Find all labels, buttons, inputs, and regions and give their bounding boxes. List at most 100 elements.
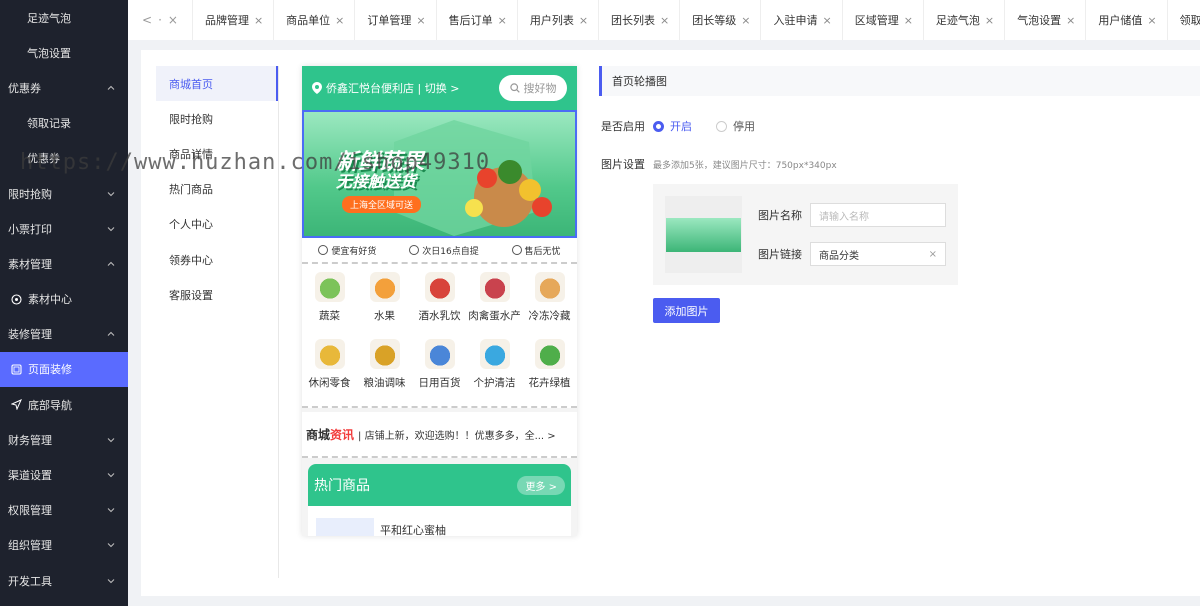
tab-close-icon[interactable]: × [1147, 14, 1156, 27]
tab-item[interactable]: 用户列表 × [516, 0, 598, 40]
news-brand-b: 资讯 [330, 427, 355, 442]
tab-close-all-icon[interactable]: × [168, 13, 178, 27]
chevron-down-icon [106, 435, 116, 445]
sidebar-item[interactable]: 组织管理 [0, 528, 128, 563]
page-nav-item[interactable]: 商品详情 [156, 136, 278, 171]
tab-close-icon[interactable]: × [1066, 14, 1075, 27]
sidebar-item[interactable]: 优惠券 [0, 70, 128, 105]
category-item[interactable]: 肉禽蛋水产 [467, 272, 522, 336]
tab-close-icon[interactable]: × [498, 14, 507, 27]
category-item[interactable]: 冷冻冷藏 [522, 272, 577, 336]
category-item[interactable]: 个护清洁 [467, 339, 522, 403]
sidebar-item-label: 小票打印 [8, 222, 52, 236]
sidebar-item[interactable]: 开发工具 [0, 563, 128, 598]
tab-item[interactable]: 领取记录 [1166, 0, 1200, 40]
enable-row: 是否启用 开启 停用 [596, 118, 1200, 134]
category-item[interactable]: 粮油调味 [357, 339, 412, 403]
tab-scroll-left-icon[interactable]: < [142, 13, 152, 27]
radio-disable[interactable]: 停用 [716, 118, 755, 134]
tab-item[interactable]: 团长列表 × [598, 0, 679, 40]
category-image [424, 272, 455, 302]
tab-label: 用户列表 [529, 14, 574, 27]
tab-close-icon[interactable]: × [335, 14, 344, 27]
radio-enable[interactable]: 开启 [653, 118, 692, 134]
tab-item[interactable]: 售后订单 × [435, 0, 517, 40]
sidebar-item[interactable]: 足迹气泡 [0, 0, 128, 35]
category-item[interactable]: 日用百货 [412, 339, 467, 403]
news-bar[interactable]: 商城资讯 | 店铺上新，欢迎选购！！优惠多多，全... > [302, 412, 577, 458]
search-icon [509, 83, 520, 93]
tab-close-icon[interactable]: × [904, 14, 913, 27]
tab-item[interactable]: 气泡设置 × [1004, 0, 1085, 40]
image-name-input[interactable]: 请输入名称 [810, 203, 946, 227]
page-nav-item[interactable]: 领券中心 [156, 242, 278, 277]
page-nav-item[interactable]: 限时抢购 [156, 101, 278, 136]
tab-close-icon[interactable]: × [254, 14, 263, 27]
sidebar-item[interactable]: 小票打印 [0, 211, 128, 246]
tab-close-icon[interactable]: × [416, 14, 425, 27]
tab-item[interactable]: 入驻申请 × [760, 0, 841, 40]
sidebar-item[interactable]: 优惠券 [0, 141, 128, 176]
tab-item[interactable]: 足迹气泡 × [922, 0, 1004, 40]
image-link-select[interactable]: 商品分类 × [810, 242, 946, 266]
hot-more-button[interactable]: 更多 > [517, 475, 565, 495]
tab-item[interactable]: 商品单位 × [273, 0, 354, 40]
news-text: | 店铺上新，欢迎选购！！优惠多多，全... > [358, 430, 556, 442]
sidebar-item[interactable]: 气泡设置 [0, 35, 128, 70]
page-nav-item[interactable]: 热门商品 [156, 172, 278, 207]
tab-close-icon[interactable]: × [579, 14, 588, 27]
sidebar-item[interactable]: 素材中心 [0, 282, 128, 317]
tab-label: 售后订单 [448, 14, 493, 27]
hot-product-item[interactable]: 平和红心蜜柚 [308, 506, 571, 536]
tab-close-icon[interactable]: × [660, 14, 669, 27]
tab-close-icon[interactable]: × [741, 14, 750, 27]
tab-item[interactable]: 订单管理 × [354, 0, 435, 40]
sidebar-item[interactable]: 渠道设置 [0, 457, 128, 492]
category-item[interactable]: 蔬菜 [302, 272, 357, 336]
feature-item: 次日16点自提 [409, 244, 479, 257]
feature-label: 次日16点自提 [422, 246, 479, 257]
page-nav-item[interactable]: 个人中心 [156, 207, 278, 242]
clear-icon[interactable]: × [929, 249, 937, 260]
image-thumbnail[interactable] [665, 196, 742, 273]
page-icon [10, 363, 22, 375]
page-nav-item[interactable]: 客服设置 [156, 277, 278, 312]
sidebar-item[interactable]: 权限管理 [0, 493, 128, 528]
main-content: 商城首页 限时抢购 商品详情 热门商品 个人中心 领券中心 客服设置 侨鑫汇悦台便利店 | … [141, 50, 1200, 596]
tab-close-icon[interactable]: × [985, 14, 994, 27]
phone-search-box[interactable]: 搜好物 [499, 75, 567, 101]
add-image-button[interactable]: 添加图片 [653, 298, 720, 323]
sidebar-item-label: 页面装修 [28, 363, 72, 377]
image-label: 图片设置 [601, 158, 645, 171]
sidebar-item-label: 优惠券 [8, 81, 41, 95]
tab-label: 区域管理 [854, 14, 899, 27]
tab-close-icon[interactable]: × [822, 14, 831, 27]
chevron-down-icon [106, 540, 116, 550]
page-nav-item[interactable]: 商城首页 [156, 66, 278, 102]
tab-item[interactable]: 区域管理 × [841, 0, 923, 40]
tab-item[interactable]: 用户储值 × [1085, 0, 1166, 40]
sidebar-item-label: 足迹气泡 [27, 11, 71, 25]
radio-disable-label: 停用 [733, 120, 755, 133]
category-item[interactable]: 酒水乳饮 [412, 272, 467, 336]
image-link-value: 商品分类 [819, 250, 859, 262]
sidebar-item[interactable]: 财务管理 [0, 422, 128, 457]
banner-carousel[interactable]: 新鲜蔬果 无接触送货 上海全区域可送 [302, 110, 577, 238]
sidebar-item-label: 底部导航 [28, 398, 72, 412]
tab-item[interactable]: 团长等级 × [679, 0, 760, 40]
chevron-down-icon [106, 576, 116, 586]
sidebar-item[interactable]: 素材管理 [0, 246, 128, 281]
sidebar-item-label: 素材管理 [8, 257, 52, 271]
category-item[interactable]: 休闲零食 [302, 339, 357, 403]
category-item[interactable]: 花卉绿植 [522, 339, 577, 403]
sidebar-item[interactable]: 限时抢购 [0, 176, 128, 211]
sidebar-item[interactable]: 装修管理 [0, 317, 128, 352]
store-location[interactable]: 侨鑫汇悦台便利店 | 切换 > [312, 80, 459, 96]
sidebar-item[interactable]: 页面装修 [0, 351, 128, 388]
sidebar-item[interactable]: 领取记录 [0, 106, 128, 141]
tab-item[interactable]: 品牌管理 × [191, 0, 273, 40]
category-image [369, 339, 400, 369]
category-item[interactable]: 水果 [357, 272, 412, 336]
sidebar-item[interactable]: 底部导航 [0, 387, 128, 422]
image-link-label: 图片链接 [758, 248, 802, 261]
